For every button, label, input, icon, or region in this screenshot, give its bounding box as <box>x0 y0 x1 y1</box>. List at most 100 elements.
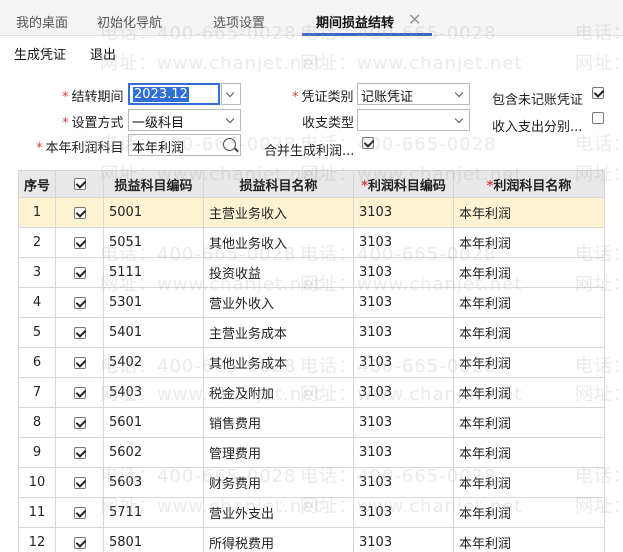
table-row[interactable]: 8 5601 销售费用 3103 本年利润 <box>18 407 605 438</box>
pl-account-name[interactable]: 财务费用 <box>203 467 354 498</box>
row-checkbox[interactable] <box>73 416 86 429</box>
pl-account-code[interactable]: 5051 <box>103 227 204 258</box>
table-row[interactable]: 11 5711 营业外支出 3103 本年利润 <box>18 497 605 528</box>
pl-account-name[interactable]: 营业外支出 <box>203 497 354 528</box>
table-row[interactable]: 4 5301 营业外收入 3103 本年利润 <box>18 287 605 318</box>
row-checkbox-cell[interactable] <box>55 497 104 528</box>
profit-account-name[interactable]: 本年利润 <box>453 377 605 408</box>
pl-account-code[interactable]: 5711 <box>103 497 204 528</box>
profit-account-name[interactable]: 本年利润 <box>453 257 605 288</box>
col-header-select[interactable] <box>55 170 104 198</box>
profit-account-name[interactable]: 本年利润 <box>453 227 605 258</box>
row-checkbox[interactable] <box>73 356 86 369</box>
profit-account-name[interactable]: 本年利润 <box>453 527 605 552</box>
search-icon[interactable] <box>223 138 236 151</box>
profit-account-code[interactable]: 3103 <box>353 497 454 528</box>
profit-account-name[interactable]: 本年利润 <box>453 407 605 438</box>
profit-account-name[interactable]: 本年利润 <box>453 467 605 498</box>
table-row[interactable]: 10 5603 财务费用 3103 本年利润 <box>18 467 605 498</box>
table-row[interactable]: 5 5401 主营业务成本 3103 本年利润 <box>18 317 605 348</box>
close-icon[interactable]: ✕ <box>408 10 421 29</box>
row-checkbox[interactable] <box>73 386 86 399</box>
pl-account-name[interactable]: 所得税费用 <box>203 527 354 552</box>
pl-account-name[interactable]: 主营业务成本 <box>203 317 354 348</box>
row-checkbox-cell[interactable] <box>55 317 104 348</box>
exit-button[interactable]: 退出 <box>90 44 116 63</box>
pl-account-name[interactable]: 销售费用 <box>203 407 354 438</box>
profit-account-code[interactable]: 3103 <box>353 317 454 348</box>
row-checkbox-cell[interactable] <box>55 407 104 438</box>
table-row[interactable]: 7 5403 税金及附加 3103 本年利润 <box>18 377 605 408</box>
row-checkbox-cell[interactable] <box>55 527 104 552</box>
row-checkbox-cell[interactable] <box>55 347 104 378</box>
merge-checkbox[interactable] <box>362 137 374 149</box>
pl-account-code[interactable]: 5603 <box>103 467 204 498</box>
pl-account-name[interactable]: 投资收益 <box>203 257 354 288</box>
row-index[interactable]: 2 <box>18 227 56 258</box>
row-index[interactable]: 3 <box>18 257 56 288</box>
row-index[interactable]: 7 <box>18 377 56 408</box>
table-row[interactable]: 9 5602 管理费用 3103 本年利润 <box>18 437 605 468</box>
tab-period-profit-loss-transfer[interactable]: 期间损益结转 <box>316 12 394 31</box>
voucher-type-select[interactable]: 记账凭证 <box>357 83 470 105</box>
pl-account-code[interactable]: 5402 <box>103 347 204 378</box>
pl-account-name[interactable]: 其他业务收入 <box>203 227 354 258</box>
row-checkbox-cell[interactable] <box>55 287 104 318</box>
profit-account-input[interactable]: 本年利润 <box>128 134 241 156</box>
row-checkbox[interactable] <box>73 296 86 309</box>
row-checkbox[interactable] <box>73 506 86 519</box>
row-index[interactable]: 9 <box>18 437 56 468</box>
profit-account-code[interactable]: 3103 <box>353 227 454 258</box>
table-row[interactable]: 12 5801 所得税费用 3103 本年利润 <box>18 527 605 552</box>
profit-account-name[interactable]: 本年利润 <box>453 287 605 318</box>
row-checkbox[interactable] <box>73 536 86 549</box>
include-unposted-checkbox[interactable] <box>592 87 604 99</box>
table-row[interactable]: 2 5051 其他业务收入 3103 本年利润 <box>18 227 605 258</box>
row-checkbox-cell[interactable] <box>55 197 104 228</box>
profit-account-code[interactable]: 3103 <box>353 527 454 552</box>
period-dropdown[interactable] <box>221 83 241 105</box>
row-checkbox[interactable] <box>73 326 86 339</box>
profit-account-code[interactable]: 3103 <box>353 287 454 318</box>
table-row[interactable]: 3 5111 投资收益 3103 本年利润 <box>18 257 605 288</box>
pl-account-name[interactable]: 其他业务成本 <box>203 347 354 378</box>
pl-account-code[interactable]: 5801 <box>103 527 204 552</box>
profit-account-name[interactable]: 本年利润 <box>453 317 605 348</box>
pl-account-code[interactable]: 5601 <box>103 407 204 438</box>
row-index[interactable]: 12 <box>18 527 56 552</box>
row-checkbox-cell[interactable] <box>55 257 104 288</box>
method-select[interactable]: 一级科目 <box>128 109 241 131</box>
pl-account-name[interactable]: 税金及附加 <box>203 377 354 408</box>
pl-account-name[interactable]: 营业外收入 <box>203 287 354 318</box>
tab-my-desktop[interactable]: 我的桌面 <box>16 12 68 31</box>
row-checkbox-cell[interactable] <box>55 227 104 258</box>
row-checkbox[interactable] <box>73 266 86 279</box>
tab-options[interactable]: 选项设置 <box>213 12 265 31</box>
income-type-select[interactable] <box>357 109 470 131</box>
row-checkbox-cell[interactable] <box>55 377 104 408</box>
pl-account-code[interactable]: 5301 <box>103 287 204 318</box>
row-index[interactable]: 10 <box>18 467 56 498</box>
profit-account-code[interactable]: 3103 <box>353 437 454 468</box>
tab-init-guide[interactable]: 初始化导航 <box>97 12 162 31</box>
profit-account-name[interactable]: 本年利润 <box>453 347 605 378</box>
split-checkbox[interactable] <box>592 112 604 124</box>
table-row[interactable]: 6 5402 其他业务成本 3103 本年利润 <box>18 347 605 378</box>
period-input[interactable]: 2023.12 <box>128 83 220 105</box>
row-checkbox[interactable] <box>73 236 86 249</box>
row-checkbox[interactable] <box>73 446 86 459</box>
profit-account-code[interactable]: 3103 <box>353 257 454 288</box>
row-index[interactable]: 8 <box>18 407 56 438</box>
pl-account-code[interactable]: 5403 <box>103 377 204 408</box>
profit-account-code[interactable]: 3103 <box>353 347 454 378</box>
row-index[interactable]: 1 <box>18 197 56 228</box>
row-index[interactable]: 11 <box>18 497 56 528</box>
select-all-checkbox[interactable] <box>73 178 86 190</box>
profit-account-name[interactable]: 本年利润 <box>453 197 605 228</box>
pl-account-code[interactable]: 5401 <box>103 317 204 348</box>
profit-account-code[interactable]: 3103 <box>353 197 454 228</box>
row-checkbox-cell[interactable] <box>55 467 104 498</box>
pl-account-code[interactable]: 5111 <box>103 257 204 288</box>
pl-account-code[interactable]: 5001 <box>103 197 204 228</box>
row-index[interactable]: 5 <box>18 317 56 348</box>
